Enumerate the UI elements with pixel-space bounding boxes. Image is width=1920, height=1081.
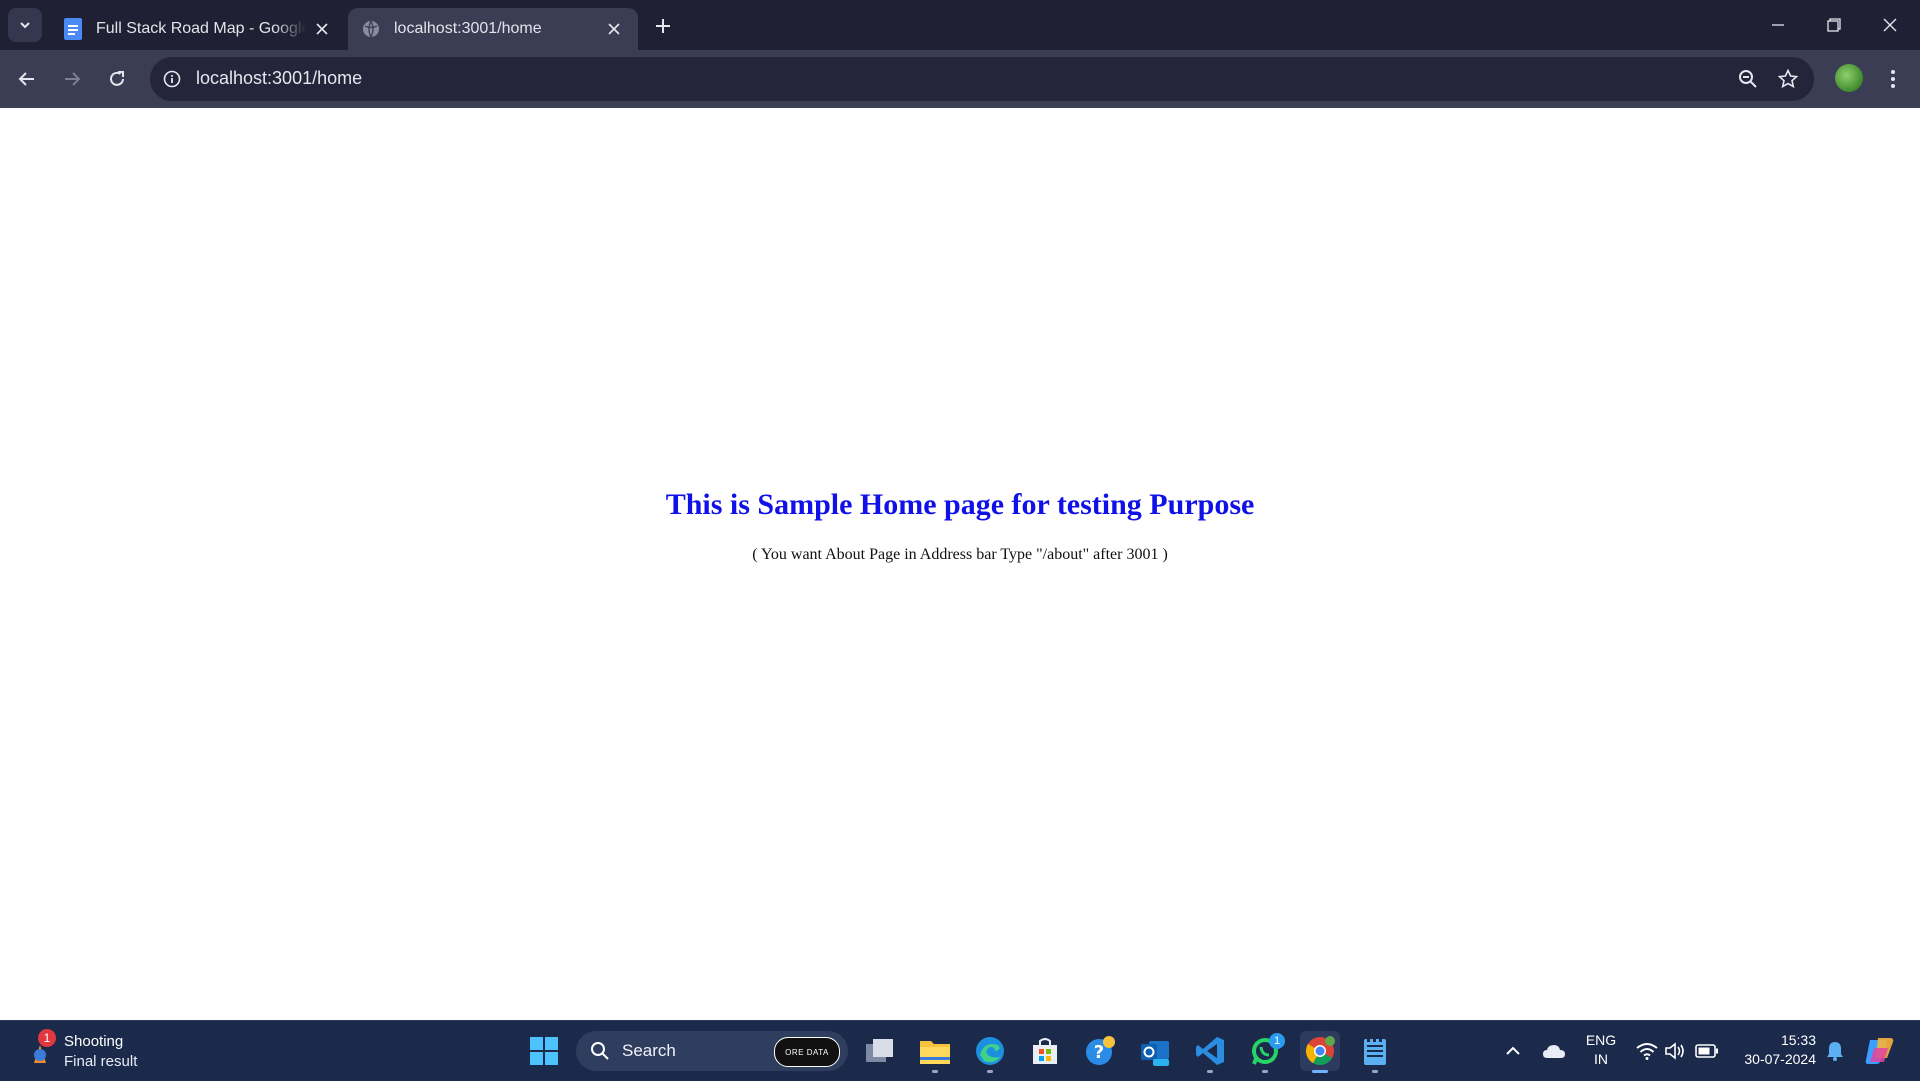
chevron-up-icon [1506,1046,1520,1055]
minimize-icon [1772,24,1784,26]
search-label: Search [622,1041,676,1060]
browser-menu-button[interactable] [1880,62,1906,96]
get-help-button[interactable]: ? [1080,1031,1120,1071]
tab-strip: Full Stack Road Map - Google D localhost… [0,0,1920,50]
site-info-icon[interactable] [160,67,184,91]
start-button[interactable] [524,1031,564,1071]
chrome-button[interactable] [1300,1031,1340,1073]
google-docs-icon [62,18,84,40]
zoom-icon[interactable] [1736,67,1760,91]
volume-status[interactable] [1662,1021,1688,1081]
clock-time: 15:33 [1780,1032,1816,1048]
taskbar: 1 Shooting Final result Search ORE DATA … [0,1020,1920,1081]
page-content: This is Sample Home page for testing Pur… [0,108,1920,1020]
reload-icon [110,71,124,86]
file-explorer-icon [920,1041,950,1064]
copilot-icon [1865,1038,1894,1064]
get-help-icon: ? [1086,1036,1115,1065]
widget-title: Shooting [64,1033,124,1050]
page-heading: This is Sample Home page for testing Pur… [665,488,1255,521]
open-indicator [1207,1070,1213,1073]
search-highlight-text: ORE DATA [785,1047,829,1057]
chevron-down-icon [20,22,30,29]
forward-button[interactable] [55,62,89,96]
new-tab-button[interactable] [650,13,676,39]
clock-date: 30-07-2024 [1744,1051,1816,1067]
open-indicator [1372,1070,1378,1073]
wifi-icon [1636,1043,1658,1060]
microsoft-store-icon [1033,1038,1057,1064]
plus-icon [656,19,670,33]
battery-status[interactable] [1692,1021,1722,1081]
task-view-button[interactable] [860,1031,900,1071]
tab-google-docs[interactable]: Full Stack Road Map - Google D [50,8,346,50]
microsoft-store-button[interactable] [1025,1031,1065,1071]
weather-widget[interactable]: 1 Shooting Final result [26,1029,206,1073]
file-explorer-button[interactable] [915,1031,955,1073]
notepad-button[interactable] [1355,1031,1395,1073]
address-bar-url[interactable]: localhost:3001/home [196,68,362,89]
minimize-button[interactable] [1750,0,1806,50]
outlook-button[interactable] [1135,1031,1175,1071]
widget-subtitle: Final result [64,1053,138,1070]
open-indicator [932,1070,938,1073]
restore-icon [1827,18,1841,32]
close-tab-icon[interactable] [604,19,624,39]
open-indicator [1312,1070,1328,1073]
close-tab-icon[interactable] [312,19,332,39]
restore-button[interactable] [1806,0,1862,50]
taskbar-search[interactable]: Search ORE DATA [576,1031,848,1071]
close-icon [1883,18,1897,32]
search-highlight-image: ORE DATA [774,1037,840,1067]
notification-badge: 1 [38,1029,56,1047]
page-subtext: ( You want About Page in Address bar Typ… [752,546,1168,563]
notification-badge: 1 [1269,1033,1285,1049]
search-icon [591,1042,609,1060]
battery-icon [1695,1044,1718,1058]
open-indicator [1262,1070,1268,1073]
outlook-icon [1141,1041,1169,1066]
chrome-icon [1306,1036,1335,1065]
vscode-button[interactable] [1190,1031,1230,1073]
arrow-right-icon [65,72,81,86]
notepad-icon [1364,1036,1386,1065]
region-code: IN [1594,1051,1608,1067]
edge-button[interactable] [970,1031,1010,1073]
globe-icon [360,18,382,40]
windows-start-icon [530,1037,558,1065]
close-window-button[interactable] [1862,0,1918,50]
task-view-icon [866,1039,893,1062]
browser-toolbar: localhost:3001/home [0,50,1920,108]
onedrive-cloud-icon [1543,1045,1565,1058]
tab-search-button[interactable] [8,8,42,42]
vscode-icon [1196,1037,1224,1065]
input-language-button[interactable]: ENG IN [1576,1031,1626,1069]
language-code: ENG [1585,1032,1617,1048]
profile-avatar[interactable] [1835,64,1863,92]
more-vertical-icon [1891,70,1895,88]
whatsapp-button[interactable]: 1 [1245,1031,1285,1073]
tab-title: localhost:3001/home [394,20,542,37]
bookmark-star-icon[interactable] [1776,67,1800,91]
arrow-left-icon [18,72,34,86]
bell-icon [1827,1042,1843,1061]
clock[interactable]: 15:33 30-07-2024 [1726,1031,1816,1069]
back-button[interactable] [10,62,44,96]
tab-title: Full Stack Road Map - Google D [96,20,306,37]
onedrive-button[interactable] [1540,1021,1568,1081]
speaker-icon [1665,1042,1684,1060]
address-bar[interactable]: localhost:3001/home [150,57,1814,101]
svg-text:?: ? [1094,1042,1104,1063]
copilot-button[interactable] [1862,1021,1898,1081]
show-hidden-icons-button[interactable] [1500,1021,1526,1081]
edge-icon [976,1037,1004,1065]
tab-localhost-home[interactable]: localhost:3001/home [348,8,638,50]
reload-button[interactable] [100,62,134,96]
wifi-status[interactable] [1634,1021,1660,1081]
open-indicator [987,1070,993,1073]
notifications-button[interactable] [1822,1021,1848,1081]
